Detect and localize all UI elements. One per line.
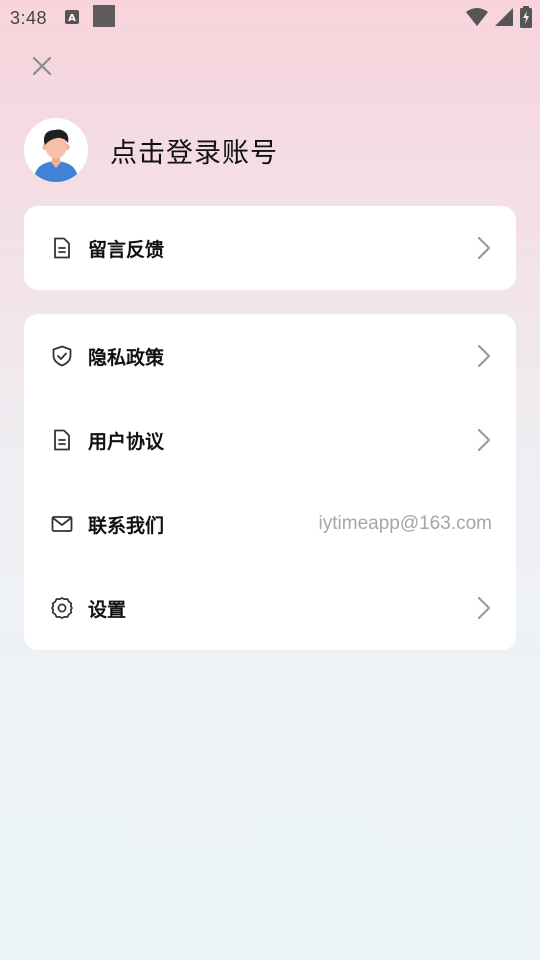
- notification-icons: A: [65, 5, 116, 31]
- menu-item-privacy[interactable]: 隐私政策: [24, 314, 516, 398]
- document-icon: [50, 428, 74, 452]
- user-avatar[interactable]: [24, 118, 88, 182]
- signal-icon: [494, 7, 514, 31]
- chevron-right-icon: [472, 594, 496, 622]
- menu-item-label: 隐私政策: [88, 346, 165, 369]
- document-icon: [50, 236, 74, 260]
- menu-item-label: 留言反馈: [88, 238, 165, 261]
- close-button[interactable]: [28, 54, 56, 82]
- mail-icon: [50, 512, 74, 536]
- menu-item-settings[interactable]: 设置: [24, 566, 516, 650]
- shield-check-icon: [50, 344, 74, 368]
- contact-email[interactable]: iytimeapp@163.com: [319, 513, 492, 535]
- menu-item-contact[interactable]: 联系我们 iytimeapp@163.com: [24, 482, 516, 566]
- login-link[interactable]: 点击登录账号: [110, 131, 278, 170]
- menu-item-feedback[interactable]: 留言反馈: [24, 206, 516, 290]
- profile-section[interactable]: 点击登录账号: [24, 118, 278, 182]
- menu-item-label: 用户协议: [88, 430, 165, 453]
- chevron-right-icon: [472, 426, 496, 454]
- chevron-right-icon: [472, 234, 496, 262]
- system-icons: [466, 6, 532, 32]
- chevron-right-icon: [472, 342, 496, 370]
- menu-item-agreement[interactable]: 用户协议: [24, 398, 516, 482]
- app-notification-icon: [93, 5, 116, 31]
- svg-text:A: A: [68, 13, 76, 24]
- keyboard-notification-icon: A: [65, 9, 80, 28]
- menu-card: 隐私政策 用户协议 联系我们 iytimeapp@163.com 设置: [24, 314, 516, 650]
- menu-item-label: 设置: [88, 598, 127, 621]
- feedback-card: 留言反馈: [24, 206, 516, 290]
- menu-item-label: 联系我们: [88, 514, 165, 537]
- wifi-icon: [466, 7, 488, 31]
- status-time: 3:48: [10, 7, 48, 28]
- close-icon: [32, 56, 52, 80]
- gear-icon: [50, 596, 74, 620]
- status-bar: 3:48 A: [0, 0, 540, 36]
- battery-charging-icon: [520, 6, 532, 32]
